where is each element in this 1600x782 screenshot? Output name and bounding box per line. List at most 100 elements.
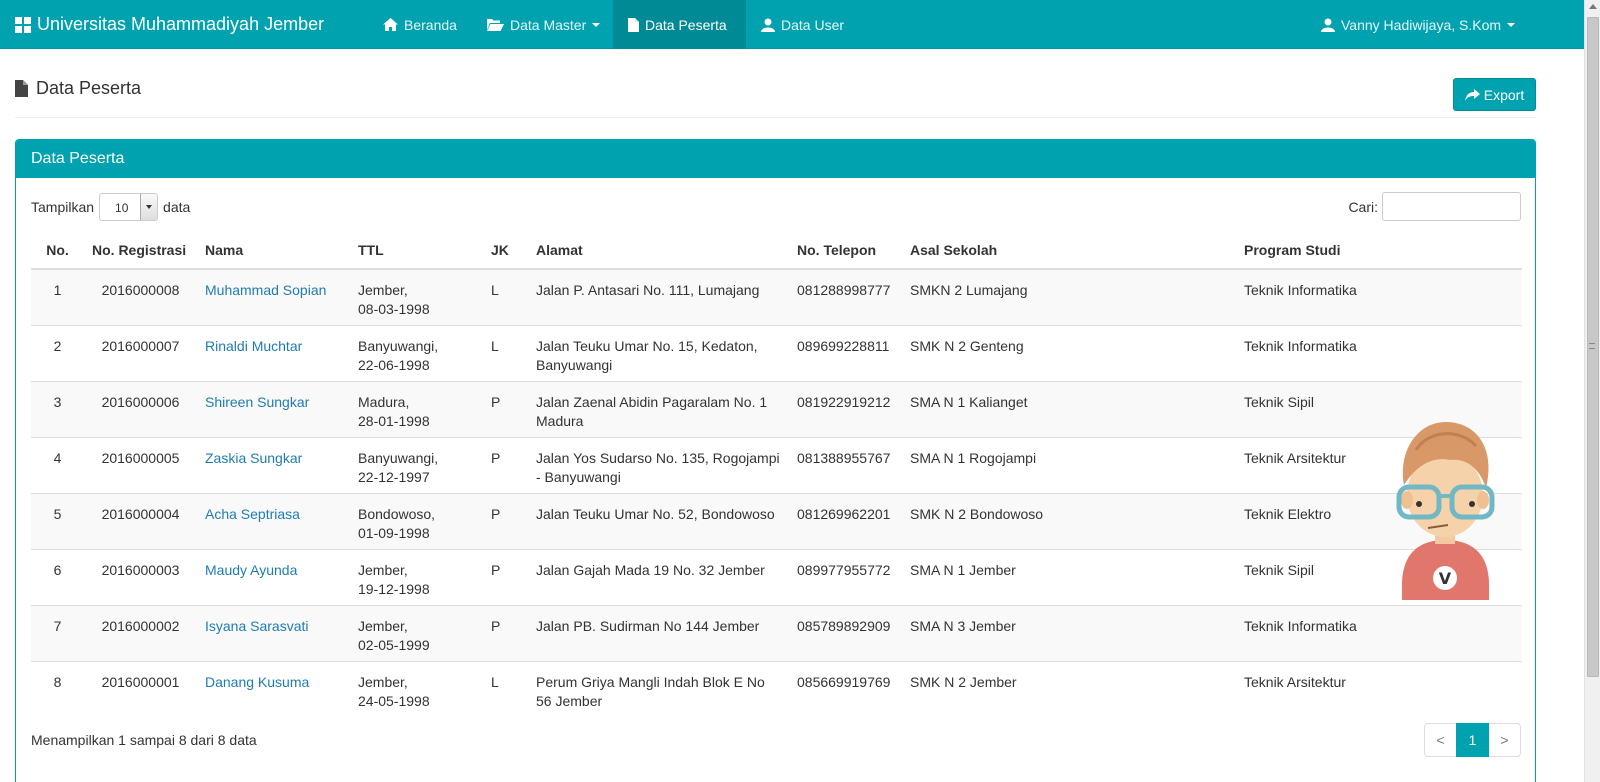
user-account-menu[interactable]: Vanny Hadiwijaya, S.Kom <box>1306 0 1530 49</box>
cell-name: Danang Kusuma <box>197 660 350 717</box>
cell-ttl: Banyuwangi, 22-12-1997 <box>350 436 483 493</box>
cell-address: Jalan Zaenal Abidin Pagaralam No. 1 Madu… <box>528 380 789 437</box>
chevron-down-icon[interactable] <box>140 194 158 220</box>
nav-item-data-user[interactable]: Data User <box>746 0 859 49</box>
ttl-place: Madura, <box>358 393 410 410</box>
top-navbar: Universitas Muhammadiyah Jember Beranda … <box>0 0 1584 49</box>
cell-gender: L <box>483 268 528 325</box>
cell-ttl: Jember, 19-12-1998 <box>350 548 483 605</box>
page-header: Data Peserta Export <box>15 72 1536 118</box>
cell-no: 7 <box>31 604 84 661</box>
ttl-place: Jember, <box>358 673 408 690</box>
column-header[interactable]: No. Registrasi <box>84 232 197 270</box>
grid-icon <box>15 16 31 33</box>
cell-name: Maudy Ayunda <box>197 548 350 605</box>
ttl-date: 08-03-1998 <box>358 301 430 317</box>
nav-item-data-master[interactable]: Data Master <box>472 0 615 49</box>
avatar-illustration: V <box>1396 422 1495 600</box>
pagination-prev[interactable]: < <box>1424 723 1457 757</box>
participant-link[interactable]: Maudy Ayunda <box>205 562 297 578</box>
avatar-letter: V <box>1439 569 1452 588</box>
cell-no: 3 <box>31 380 84 437</box>
ttl-place: Jember, <box>358 282 408 298</box>
column-header[interactable]: Program Studi <box>1236 232 1522 270</box>
column-header[interactable]: Nama <box>197 232 350 270</box>
page-scrollbar[interactable] <box>1584 0 1600 782</box>
page-length-select[interactable]: 10 <box>99 193 159 221</box>
participant-link[interactable]: Shireen Sungkar <box>205 394 309 410</box>
chevron-down-icon <box>1507 22 1516 27</box>
cell-phone: 081388955767 <box>789 436 902 493</box>
cell-gender: L <box>483 660 528 717</box>
home-icon <box>383 18 398 31</box>
chevron-down-icon <box>592 22 601 27</box>
ttl-place: Jember, <box>358 561 408 578</box>
user-icon <box>1321 18 1335 32</box>
pagination: < 1 > <box>1424 723 1521 757</box>
nav-label: Beranda <box>404 16 457 33</box>
search-label: Cari: <box>1348 198 1378 215</box>
nav-item-beranda[interactable]: Beranda <box>368 0 472 49</box>
column-header[interactable]: No. Telepon <box>789 232 902 270</box>
table-row: 6 2016000003 Maudy Ayunda Jember, 19-12-1… <box>31 548 1522 605</box>
page-title: Data Peserta <box>15 78 141 99</box>
ttl-place: Bondowoso, <box>358 505 436 522</box>
cell-name: Isyana Sarasvati <box>197 604 350 661</box>
ttl-date: 28-01-1998 <box>358 412 430 429</box>
participant-link[interactable]: Muhammad Sopian <box>205 282 326 298</box>
table-row: 1 2016000008 Muhammad Sopian Jember, 08-0… <box>31 268 1522 325</box>
participant-link[interactable]: Zaskia Sungkar <box>205 450 302 466</box>
cell-address: Jalan Teuku Umar No. 15, Kedaton, Banyuw… <box>528 324 789 381</box>
column-header[interactable]: Asal Sekolah <box>902 232 1236 270</box>
scroll-grip-icon <box>1589 343 1595 349</box>
participant-link[interactable]: Rinaldi Muchtar <box>205 338 302 354</box>
participant-link[interactable]: Acha Septriasa <box>205 506 300 522</box>
nav-item-data-peserta[interactable]: Data Peserta <box>613 0 746 49</box>
cell-address: Jalan PB. Sudirman No 144 Jember <box>528 604 789 661</box>
brand-link[interactable]: Universitas Muhammadiyah Jember <box>15 0 324 49</box>
ttl-place: Banyuwangi, <box>358 449 439 466</box>
participant-link[interactable]: Danang Kusuma <box>205 674 309 690</box>
pagination-page-1[interactable]: 1 <box>1456 723 1489 757</box>
pagination-next[interactable]: > <box>1488 723 1521 757</box>
column-header[interactable]: No. <box>31 232 84 270</box>
ttl-date: 02-05-1999 <box>358 636 430 653</box>
column-header[interactable]: TTL <box>350 232 483 270</box>
data-panel: Data Peserta Tampilkan 10 data Cari: No.… <box>15 139 1536 782</box>
cell-ttl: Banyuwangi, 22-06-1998 <box>350 324 483 381</box>
page-length-control: Tampilkan 10 data <box>31 193 190 221</box>
nav-label: Data User <box>781 16 845 33</box>
cell-school: SMA N 1 Kalianget <box>902 380 1236 437</box>
column-header[interactable]: Alamat <box>528 232 789 270</box>
cell-address: Perum Griya Mangli Indah Blok E No 56 Je… <box>528 660 789 717</box>
cell-ttl: Jember, 08-03-1998 <box>350 268 483 325</box>
brand-title: Universitas Muhammadiyah Jember <box>37 14 325 34</box>
participant-link[interactable]: Isyana Sarasvati <box>205 618 309 634</box>
cell-phone: 085669919769 <box>789 660 902 717</box>
cell-no: 1 <box>31 268 84 325</box>
cell-gender: P <box>483 492 528 549</box>
ttl-date: 22-12-1997 <box>358 468 430 485</box>
cell-program: Teknik Informatika <box>1236 604 1522 661</box>
cell-school: SMA N 1 Rogojampi <box>902 436 1236 493</box>
cell-gender: P <box>483 548 528 605</box>
search-input[interactable] <box>1382 192 1521 221</box>
ttl-place: Jember, <box>358 617 408 634</box>
export-button[interactable]: Export <box>1453 78 1536 111</box>
cell-no: 2 <box>31 324 84 381</box>
cell-phone: 089977955772 <box>789 548 902 605</box>
cell-ttl: Jember, 02-05-1999 <box>350 604 483 661</box>
cell-phone: 081288998777 <box>789 268 902 325</box>
cell-phone: 085789892909 <box>789 604 902 661</box>
cell-address: Jalan Gajah Mada 19 No. 32 Jember <box>528 548 789 605</box>
table-row: 4 2016000005 Zaskia Sungkar Banyuwangi, 2… <box>31 436 1522 493</box>
cell-registration: 2016000008 <box>84 268 197 325</box>
panel-heading: Data Peserta <box>16 140 1535 178</box>
table-row: 7 2016000002 Isyana Sarasvati Jember, 02-… <box>31 604 1522 661</box>
ttl-date: 24-05-1998 <box>358 692 430 709</box>
column-header[interactable]: JK <box>483 232 528 270</box>
cell-address: Jalan P. Antasari No. 111, Lumajang <box>528 268 789 325</box>
scroll-up-arrow-icon[interactable] <box>1589 4 1597 9</box>
ttl-date: 22-06-1998 <box>358 356 430 373</box>
search-control: Cari: <box>1348 192 1521 221</box>
